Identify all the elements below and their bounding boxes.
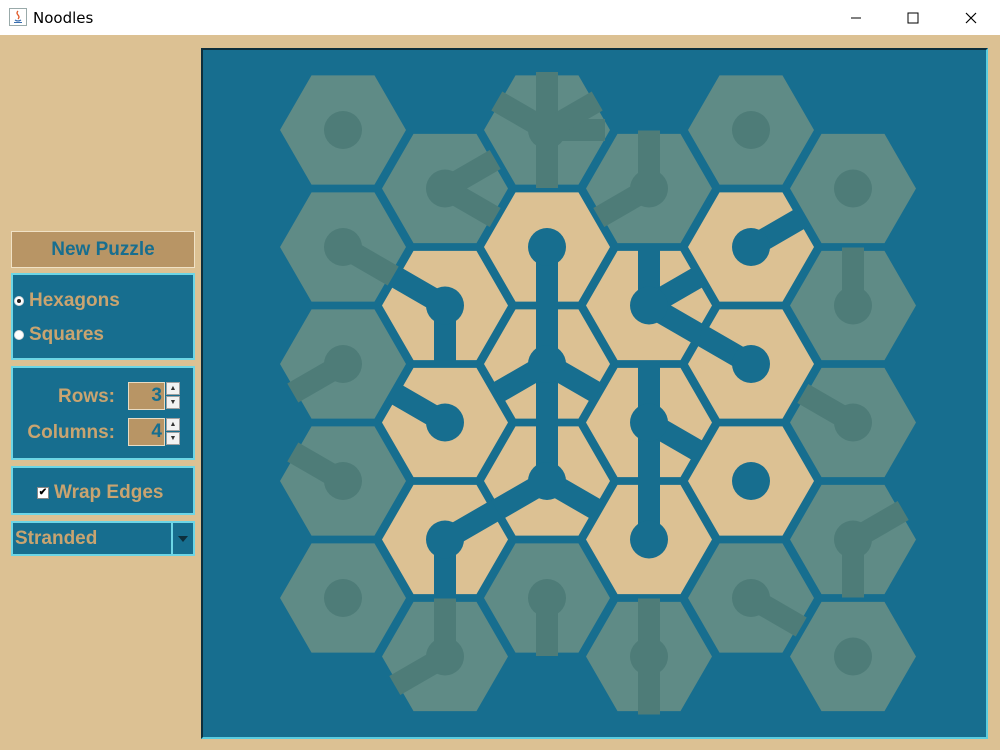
hex-tile[interactable] [484, 543, 610, 656]
shape-panel [11, 273, 195, 360]
squares-radio-icon [14, 330, 24, 340]
hex-tile[interactable] [382, 484, 508, 598]
hex-tile[interactable] [280, 309, 406, 419]
columns-field[interactable]: 4 [128, 418, 165, 446]
hex-tile[interactable] [484, 423, 610, 536]
columns-spinner[interactable]: 4 ▲ ▼ [128, 418, 180, 446]
columns-down-button[interactable]: ▼ [166, 432, 180, 445]
hex-tile[interactable] [280, 75, 406, 185]
hexagons-radio-icon [14, 296, 24, 306]
pipe-node [324, 111, 362, 149]
minimize-button[interactable] [827, 0, 885, 35]
pipe-node [630, 169, 668, 208]
hex-tile[interactable] [688, 426, 814, 536]
rows-up-button[interactable]: ▲ [166, 382, 180, 395]
pipe-node [324, 228, 362, 266]
hex-tile[interactable] [382, 133, 508, 244]
hex-tile[interactable] [790, 247, 916, 361]
close-icon [965, 12, 977, 23]
wrap-edges-label: Wrap Edges [54, 482, 164, 503]
hex-tile[interactable] [586, 481, 712, 595]
mode-select[interactable]: Stranded [11, 521, 195, 556]
hex-tile[interactable] [790, 133, 916, 244]
pipe-node [324, 345, 362, 383]
pipe-node [528, 111, 566, 149]
rows-down-button[interactable]: ▼ [166, 396, 180, 409]
pipe-node [528, 462, 566, 500]
new-puzzle-button[interactable]: New Puzzle [11, 231, 195, 268]
squares-radio[interactable]: Squares [14, 324, 104, 346]
wrap-edges-checkbox[interactable]: ✔ Wrap Edges [37, 482, 163, 504]
pipe-node [528, 579, 566, 617]
java-app-icon [9, 8, 27, 26]
pipe-node [528, 345, 566, 383]
hex-tile[interactable] [586, 598, 712, 715]
minimize-icon [851, 17, 861, 18]
pipe-node [528, 228, 566, 266]
hex-tile[interactable] [280, 192, 406, 302]
hex-tile[interactable] [382, 367, 508, 478]
hex-tile[interactable] [790, 484, 916, 598]
pipe-node [630, 520, 668, 559]
hexagons-radio[interactable]: Hexagons [14, 290, 120, 312]
window-title: Noodles [33, 9, 94, 27]
pipe-node [630, 286, 668, 325]
hex-tile[interactable] [382, 598, 508, 712]
rows-spinner[interactable]: 3 ▲ ▼ [128, 382, 180, 410]
pipe-node [732, 111, 770, 149]
columns-up-button[interactable]: ▲ [166, 418, 180, 431]
hex-tile[interactable] [688, 75, 814, 185]
hex-tile[interactable] [382, 250, 508, 364]
pipe-node [324, 579, 362, 617]
pipe-node [426, 520, 464, 559]
hex-tile[interactable] [484, 72, 610, 188]
pipe-node [732, 462, 770, 500]
hex-tile[interactable] [688, 543, 814, 653]
pipe-node [426, 169, 464, 208]
hex-tile[interactable] [790, 367, 916, 478]
pipe-node [324, 462, 362, 500]
maximize-button[interactable] [884, 0, 942, 35]
hex-tile[interactable] [280, 426, 406, 536]
pipe-node [426, 637, 464, 676]
hex-tile[interactable] [586, 247, 712, 361]
title-bar: Noodles [0, 0, 1000, 35]
hex-tile[interactable] [484, 306, 610, 422]
hexagons-label: Hexagons [29, 290, 120, 311]
columns-label: Columns: [27, 422, 115, 443]
pipe-node [834, 403, 872, 442]
close-button[interactable] [942, 0, 1000, 35]
hex-tile[interactable] [688, 309, 814, 419]
pipe-node [732, 228, 770, 266]
pipe-node [630, 637, 668, 676]
hex-tile[interactable] [586, 130, 712, 244]
hex-tile[interactable] [586, 364, 712, 481]
mode-select-value: Stranded [15, 528, 98, 549]
pipe-node [834, 520, 872, 559]
pipe-node [732, 579, 770, 617]
hex-tile[interactable] [484, 192, 610, 305]
rows-field[interactable]: 3 [128, 382, 165, 410]
pipe-node [834, 169, 872, 208]
squares-label: Squares [29, 324, 104, 345]
hex-tile[interactable] [790, 601, 916, 712]
pipe-node [834, 286, 872, 325]
check-icon: ✔ [37, 487, 49, 499]
hex-tile[interactable] [280, 543, 406, 653]
maximize-icon [907, 12, 919, 23]
hex-tile[interactable] [688, 192, 814, 302]
pipe-node [630, 403, 668, 442]
rows-label: Rows: [58, 386, 115, 407]
chevron-down-icon[interactable] [171, 523, 193, 554]
puzzle-board [201, 48, 988, 739]
puzzle-board-canvas [280, 72, 916, 715]
pipe-node [732, 345, 770, 383]
pipe-node [426, 403, 464, 442]
pipe-node [426, 286, 464, 325]
pipe-node [834, 637, 872, 676]
